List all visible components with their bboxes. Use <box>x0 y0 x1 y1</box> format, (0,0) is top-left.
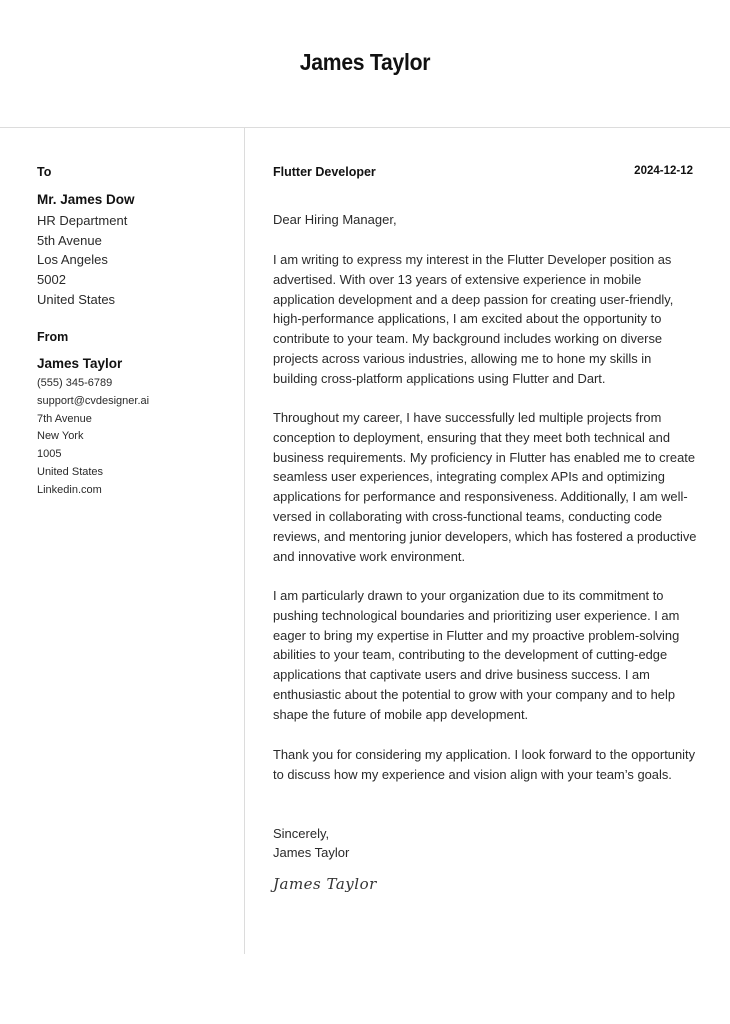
recipient-city: Los Angeles <box>37 252 108 268</box>
handwritten-signature: James Taylor <box>273 875 377 893</box>
recipient-address: HR Department 5th Avenue Los Angeles 500… <box>37 211 127 310</box>
paragraph-intro: I am writing to express my interest in t… <box>273 252 674 386</box>
recipient-country: United States <box>37 291 116 307</box>
recipient-street: 5th Avenue <box>37 232 102 248</box>
sender-phone: (555) 345-6789 <box>37 377 113 389</box>
recipient-name: Mr. James Dow <box>37 192 135 207</box>
paragraph-motivation: I am particularly drawn to your organiza… <box>273 588 680 722</box>
job-title: Flutter Developer <box>273 165 376 179</box>
to-label: To <box>37 165 52 179</box>
sender-country: United States <box>37 465 104 478</box>
paragraph-experience: Throughout my career, I have successfull… <box>273 410 697 564</box>
sender-city: New York <box>37 430 84 443</box>
recipient-postal-code: 5002 <box>37 272 66 288</box>
signer-name: James Taylor <box>273 845 350 860</box>
from-label: From <box>37 330 69 344</box>
sender-postal-code: 1005 <box>37 448 62 461</box>
column-divider <box>244 128 245 954</box>
recipient-department: HR Department <box>37 213 128 228</box>
salutation: Dear Hiring Manager, <box>273 212 397 227</box>
paragraph-closing: Thank you for considering my application… <box>273 747 696 782</box>
closing-phrase: Sincerely, <box>273 826 330 841</box>
letter-date: 2024-12-12 <box>634 165 693 177</box>
sender-contact: (555) 345-6789 support@cvdesigner.ai 7th… <box>37 375 149 500</box>
sender-name: James Taylor <box>37 356 123 371</box>
sender-street: 7th Avenue <box>37 412 92 425</box>
sender-email: support@cvdesigner.ai <box>37 394 150 407</box>
sender-linkedin: Linkedin.com <box>37 483 102 496</box>
header-name: James Taylor <box>299 49 431 75</box>
page-header: James Taylor <box>0 0 730 128</box>
